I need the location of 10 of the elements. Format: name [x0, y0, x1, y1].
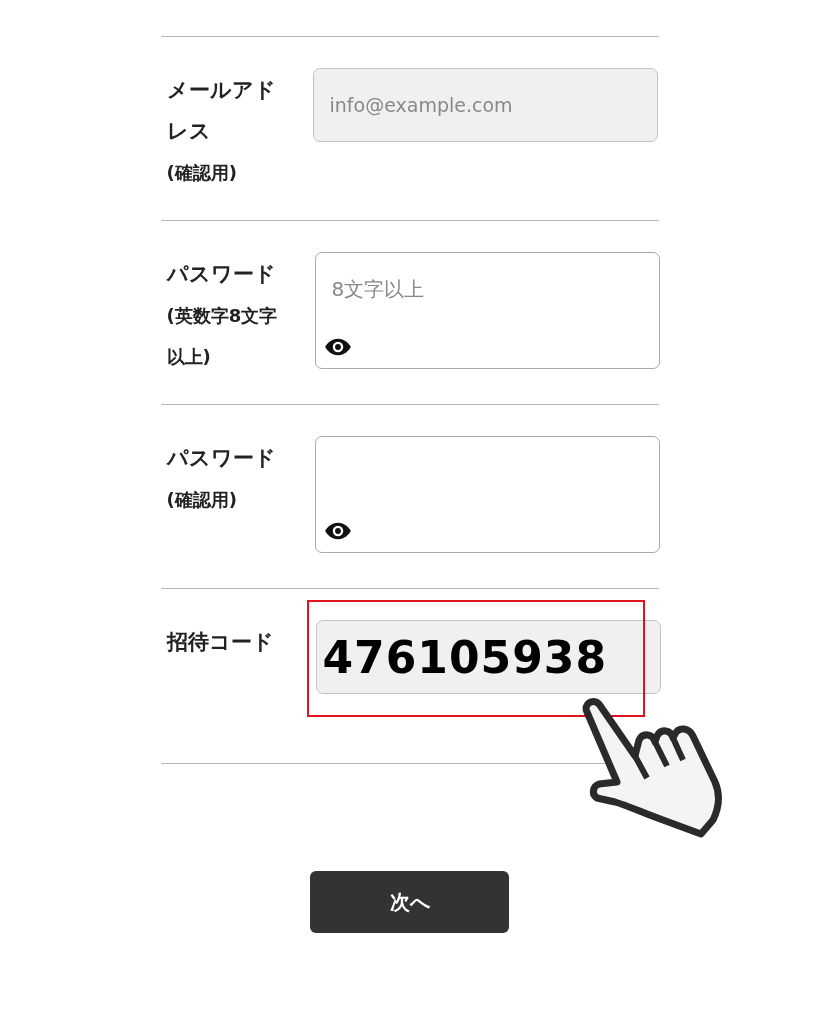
password-field[interactable]	[314, 436, 660, 553]
field-label: メールアドレス	[166, 77, 277, 145]
field-label: パスワード	[166, 445, 277, 472]
field-note: (英数字8文字以上)	[166, 304, 279, 369]
field-note: (確認用)	[166, 161, 238, 185]
next-button[interactable]: 次へ	[310, 871, 509, 933]
password-field[interactable]: 8文字以上	[314, 252, 660, 369]
field-label: 招待コード	[166, 629, 275, 656]
field-label: パスワード	[166, 261, 277, 288]
field-note: (確認用)	[166, 488, 238, 512]
